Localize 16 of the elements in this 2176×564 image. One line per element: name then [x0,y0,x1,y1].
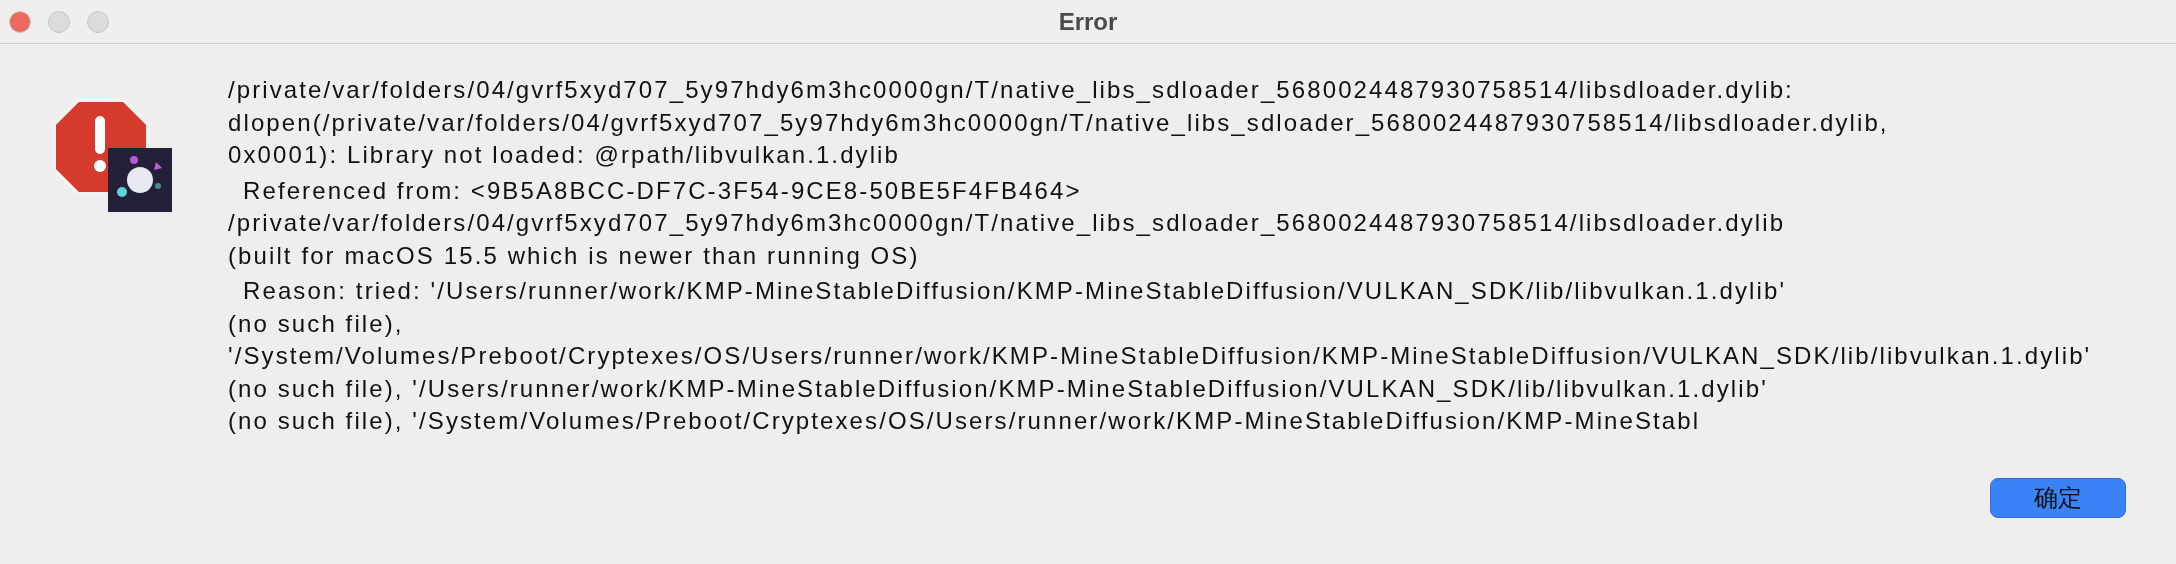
error-message-line: /private/var/folders/04/gvrf5xyd707_5y97hdy6m3hc0000gn/T/native_libs_sdloader_5680024487930758514/libsdloader.dylib [228,208,1787,238]
window-control-button[interactable] [9,10,31,33]
error-message-line: '/System/Volumes/Preboot/Cryptexes/OS/Users/runner/work/KMP-MineStableDiffusion/KMP-MineStableDiffusion/VULKAN_SDK/lib/libvulkan.1.dylib' [228,341,2092,371]
window-control-button[interactable] [87,10,109,33]
error-message-line: (no such file), '/System/Volumes/Preboot/Cryptexes/OS/Users/runner/work/KMP-MineStableDiffusion/KMP-MineStabl [228,406,1702,436]
error-message-line: /private/var/folders/04/gvrf5xyd707_5y97hdy6m3hc0000gn/T/native_libs_sdloader_5680024487930758514/libsdloader.dylib: [228,75,1795,105]
error-message-line: (built for macOS 15.5 which is newer than running OS) [228,240,921,271]
error-message-line: 0x0001): Library not loaded: @rpath/libvulkan.1.dylib [228,140,901,170]
window-control-button[interactable] [48,10,70,33]
ok-button[interactable]: 确定 [1990,478,2126,518]
error-message-line: Referenced from: <9B5A8BCC-DF7C-3F54-9CE8-50BE5F4FB464> [242,175,1083,206]
window-title: Error [1058,7,1118,35]
error-message-line: (no such file), '/Users/runner/work/KMP-MineStableDiffusion/KMP-MineStableDiffusion/VULKAN_SDK/lib/libvulkan.1.dylib' [228,373,1769,404]
error-message-line: Reason: tried: '/Users/runner/work/KMP-MineStableDiffusion/KMP-MineStableDiffusion/VULKAN_SDK/lib/libvulkan.1.dylib' [242,276,1788,306]
error-message-line: dlopen(/private/var/folders/04/gvrf5xyd707_5y97hdy6m3hc0000gn/T/native_libs_sdloader_5680024487930758514/libsdloader.dylib, [228,107,1890,138]
error-message-line: (no such file), [228,308,405,339]
